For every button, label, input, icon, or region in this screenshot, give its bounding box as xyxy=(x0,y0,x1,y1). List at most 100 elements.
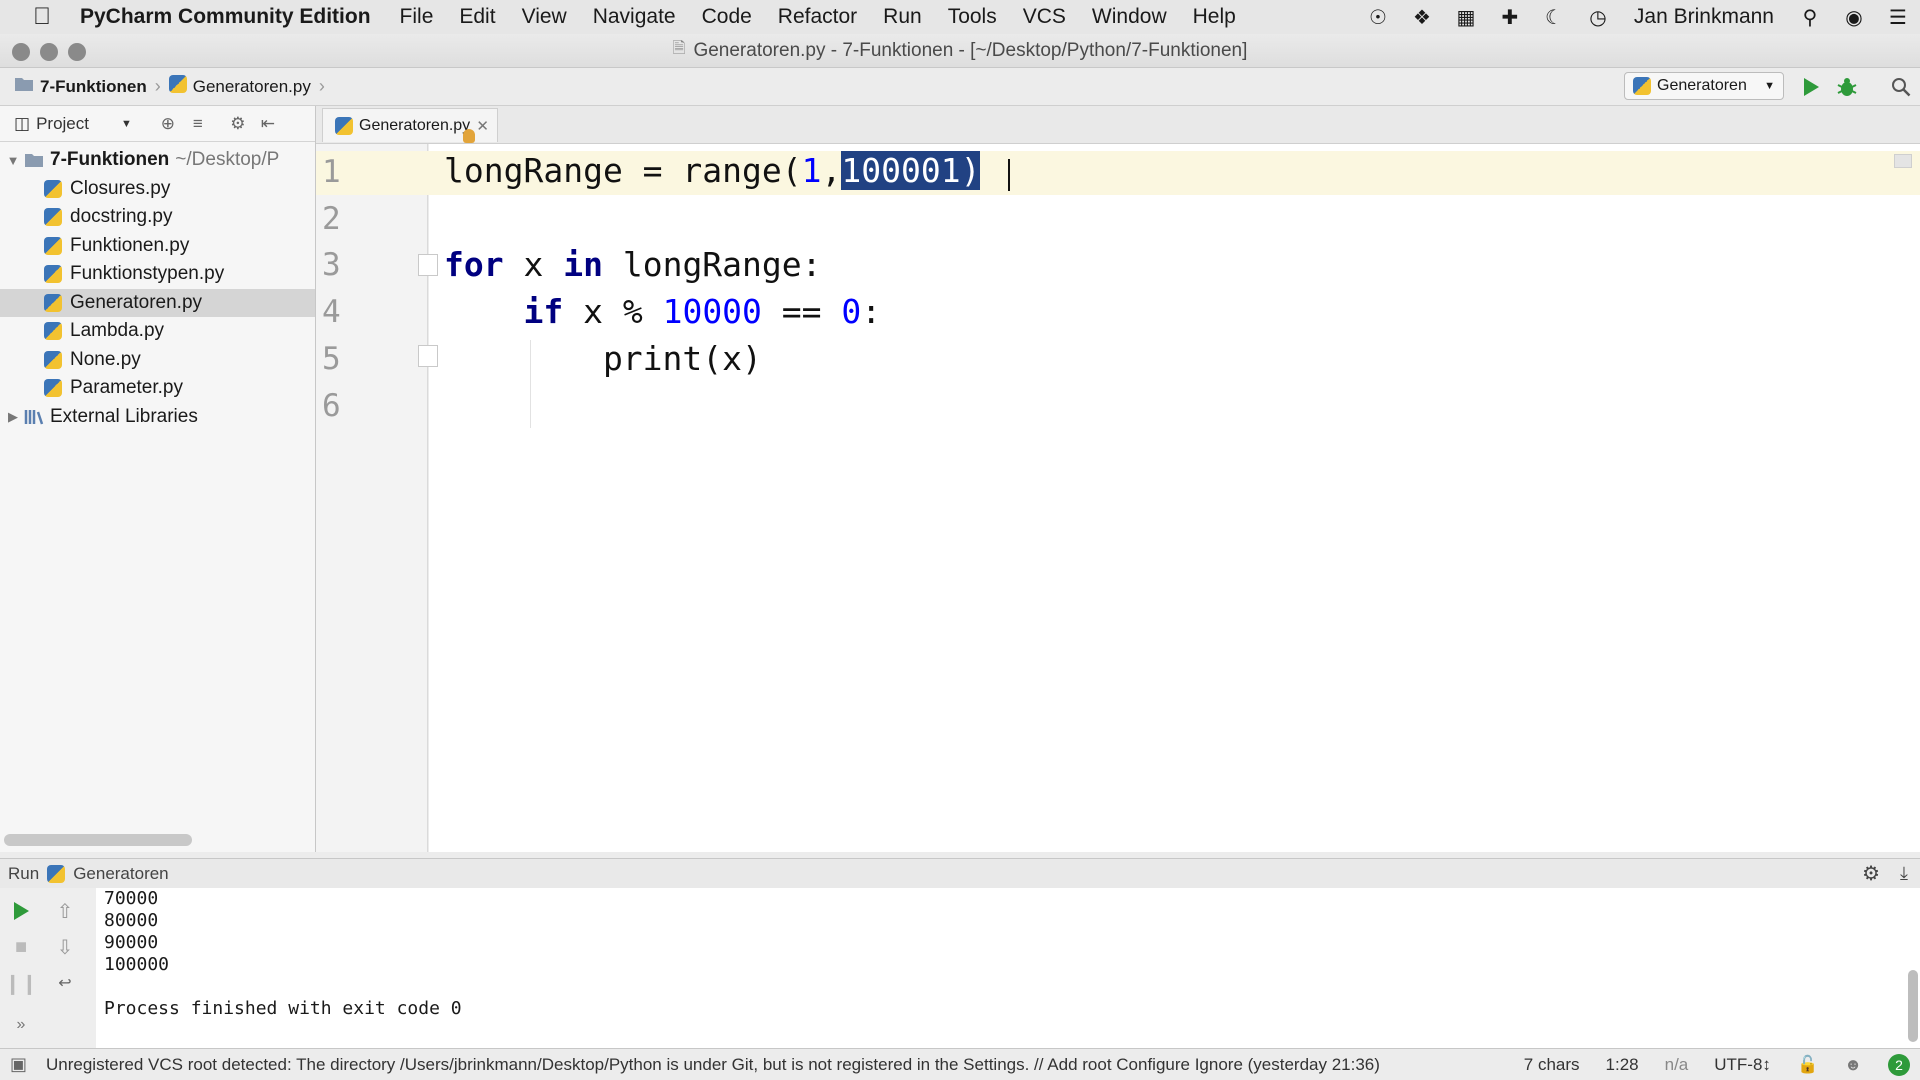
more-actions-icon[interactable]: » xyxy=(8,1012,34,1038)
run-icon[interactable] xyxy=(1798,74,1824,100)
zoom-window-button[interactable] xyxy=(68,43,86,61)
moon-tray-icon[interactable]: ☾ xyxy=(1532,0,1576,34)
line-number: 5 xyxy=(322,341,341,377)
scroll-up-icon[interactable]: ⇧ xyxy=(52,898,78,924)
gear-icon[interactable]: ⚙ xyxy=(226,114,250,134)
run-configuration-dropdown[interactable]: Generatoren ▼ xyxy=(1624,72,1784,100)
tree-root-path: ~/Desktop/P xyxy=(175,149,280,171)
plus-tray-icon[interactable]: ✚ xyxy=(1488,0,1532,34)
breadcrumb-file[interactable]: Generatoren.py xyxy=(168,75,311,98)
scroll-from-source-icon[interactable]: ⊕ xyxy=(156,114,180,134)
code-line-5[interactable]: print(x) xyxy=(444,339,762,378)
tree-file-item[interactable]: Parameter.py xyxy=(0,374,315,403)
chevron-down-icon: ▼ xyxy=(1764,80,1775,92)
run-panel-config[interactable]: Generatoren xyxy=(73,864,168,884)
run-console-output[interactable]: 70000 80000 90000 100000 Process finishe… xyxy=(96,888,1920,1048)
debug-bug-icon[interactable] xyxy=(1834,74,1860,100)
line-number: 3 xyxy=(322,247,341,283)
horizontal-scrollbar[interactable] xyxy=(4,834,192,846)
user-name[interactable]: Jan Brinkmann xyxy=(1634,5,1774,29)
event-log-badge[interactable]: 2 xyxy=(1888,1054,1910,1076)
siri-icon[interactable]: ◉ xyxy=(1832,0,1876,34)
tree-file-label: Closures.py xyxy=(70,177,171,199)
menu-vcs[interactable]: VCS xyxy=(1023,5,1066,29)
menu-file[interactable]: File xyxy=(400,5,434,29)
tree-file-item[interactable]: Lambda.py xyxy=(0,317,315,346)
fold-marker-icon[interactable] xyxy=(418,254,438,276)
tree-root-folder[interactable]: ▼ 7-Funktionen ~/Desktop/P xyxy=(0,146,315,175)
tree-file-item[interactable]: Funktionstypen.py xyxy=(0,260,315,289)
menu-navigate[interactable]: Navigate xyxy=(593,5,676,29)
status-caret-position[interactable]: 1:28 xyxy=(1606,1055,1639,1075)
tree-file-label: Funktionstypen.py xyxy=(70,263,225,285)
hide-panel-icon[interactable]: ⇤ xyxy=(256,114,280,134)
python-file-icon xyxy=(44,350,64,369)
menu-code[interactable]: Code xyxy=(702,5,752,29)
search-everywhere-icon[interactable] xyxy=(1888,74,1914,100)
editor-tab-generatoren[interactable]: Generatoren.py ✕ xyxy=(322,108,498,143)
code-token: print(x) xyxy=(444,339,762,378)
tree-file-item-selected[interactable]: Generatoren.py xyxy=(0,288,315,317)
inspection-marker[interactable] xyxy=(1894,154,1912,168)
menu-refactor[interactable]: Refactor xyxy=(778,5,857,29)
status-line-separator[interactable]: n/a xyxy=(1665,1055,1689,1075)
scroll-down-icon[interactable]: ⇩ xyxy=(52,934,78,960)
menu-help[interactable]: Help xyxy=(1193,5,1236,29)
expanded-triangle-icon[interactable]: ▼ xyxy=(2,153,24,168)
status-message[interactable]: Unregistered VCS root detected: The dire… xyxy=(46,1055,1380,1075)
status-encoding[interactable]: UTF-8↕ xyxy=(1714,1055,1771,1075)
window-titlebar: 🗎 Generatoren.py - 7-Funktionen - [~/Des… xyxy=(0,34,1920,68)
project-view-icon: ◫ xyxy=(14,113,31,133)
close-window-button[interactable] xyxy=(12,43,30,61)
dropbox-icon[interactable]: ❖ xyxy=(1400,0,1444,34)
minimize-window-button[interactable] xyxy=(40,43,58,61)
vertical-scrollbar[interactable] xyxy=(1908,970,1918,1042)
chevron-down-icon[interactable]: ▼ xyxy=(121,118,132,130)
onepassword-icon[interactable]: ☉ xyxy=(1356,0,1400,34)
time-machine-icon[interactable]: ◷ xyxy=(1576,0,1620,34)
tree-file-item[interactable]: None.py xyxy=(0,346,315,375)
breadcrumb-project[interactable]: 7-Funktionen xyxy=(14,76,147,97)
project-view-selector[interactable]: Project xyxy=(36,114,89,134)
spotlight-search-icon[interactable]: ⚲ xyxy=(1788,0,1832,34)
collapsed-triangle-icon[interactable]: ▶ xyxy=(2,409,24,425)
document-icon: 🗎 xyxy=(672,40,686,57)
code-line-1[interactable]: longRange = range(1,100001) xyxy=(444,151,981,190)
run-panel-header: Run Generatoren ⚙ ⤓ xyxy=(0,858,1920,888)
pause-icon[interactable]: ❙❙ xyxy=(4,970,38,996)
rerun-icon[interactable] xyxy=(8,898,34,924)
gear-icon[interactable]: ⚙ xyxy=(1862,861,1880,886)
tree-external-libraries[interactable]: ▶ External Libraries xyxy=(0,403,315,432)
console-line: 70000 xyxy=(104,888,159,909)
tree-file-item[interactable]: docstring.py xyxy=(0,203,315,232)
stop-icon[interactable]: ■ xyxy=(8,934,34,960)
tool-windows-toggle-icon[interactable]: ▣ xyxy=(10,1054,27,1075)
menu-edit[interactable]: Edit xyxy=(459,5,495,29)
run-panel-label[interactable]: Run xyxy=(8,864,39,884)
close-tab-icon[interactable]: ✕ xyxy=(476,117,489,135)
soft-wrap-icon[interactable]: ↩ xyxy=(52,970,78,996)
code-line-3[interactable]: for x in longRange: xyxy=(444,245,822,284)
code-token: == xyxy=(761,292,842,331)
python-file-icon xyxy=(44,293,64,312)
tree-file-item[interactable]: Funktionen.py xyxy=(0,232,315,261)
fold-marker-icon[interactable] xyxy=(418,345,438,367)
collapse-all-icon[interactable]: ≡ xyxy=(186,114,210,134)
run-configuration-label: Generatoren xyxy=(1657,77,1747,94)
hide-panel-icon[interactable]: ⤓ xyxy=(1900,863,1908,884)
apple-icon[interactable]:  xyxy=(20,3,64,31)
menu-window[interactable]: Window xyxy=(1092,5,1167,29)
menu-run[interactable]: Run xyxy=(883,5,922,29)
code-number: 1 xyxy=(801,151,822,190)
tree-file-item[interactable]: Closures.py xyxy=(0,175,315,204)
app-name-menu[interactable]: PyCharm Community Edition xyxy=(80,5,371,29)
lock-icon[interactable]: 🔓 xyxy=(1797,1055,1818,1075)
menu-tools[interactable]: Tools xyxy=(948,5,997,29)
code-line-4[interactable]: if x % 10000 == 0: xyxy=(444,292,881,331)
lightbulb-intention-icon[interactable] xyxy=(463,129,475,143)
menu-view[interactable]: View xyxy=(522,5,567,29)
calendar-tray-icon[interactable]: ▦ xyxy=(1444,0,1488,34)
notification-list-icon[interactable]: ☰ xyxy=(1876,0,1920,34)
inspector-icon[interactable]: ☻ xyxy=(1844,1055,1862,1075)
console-line: Process finished with exit code 0 xyxy=(104,998,462,1019)
